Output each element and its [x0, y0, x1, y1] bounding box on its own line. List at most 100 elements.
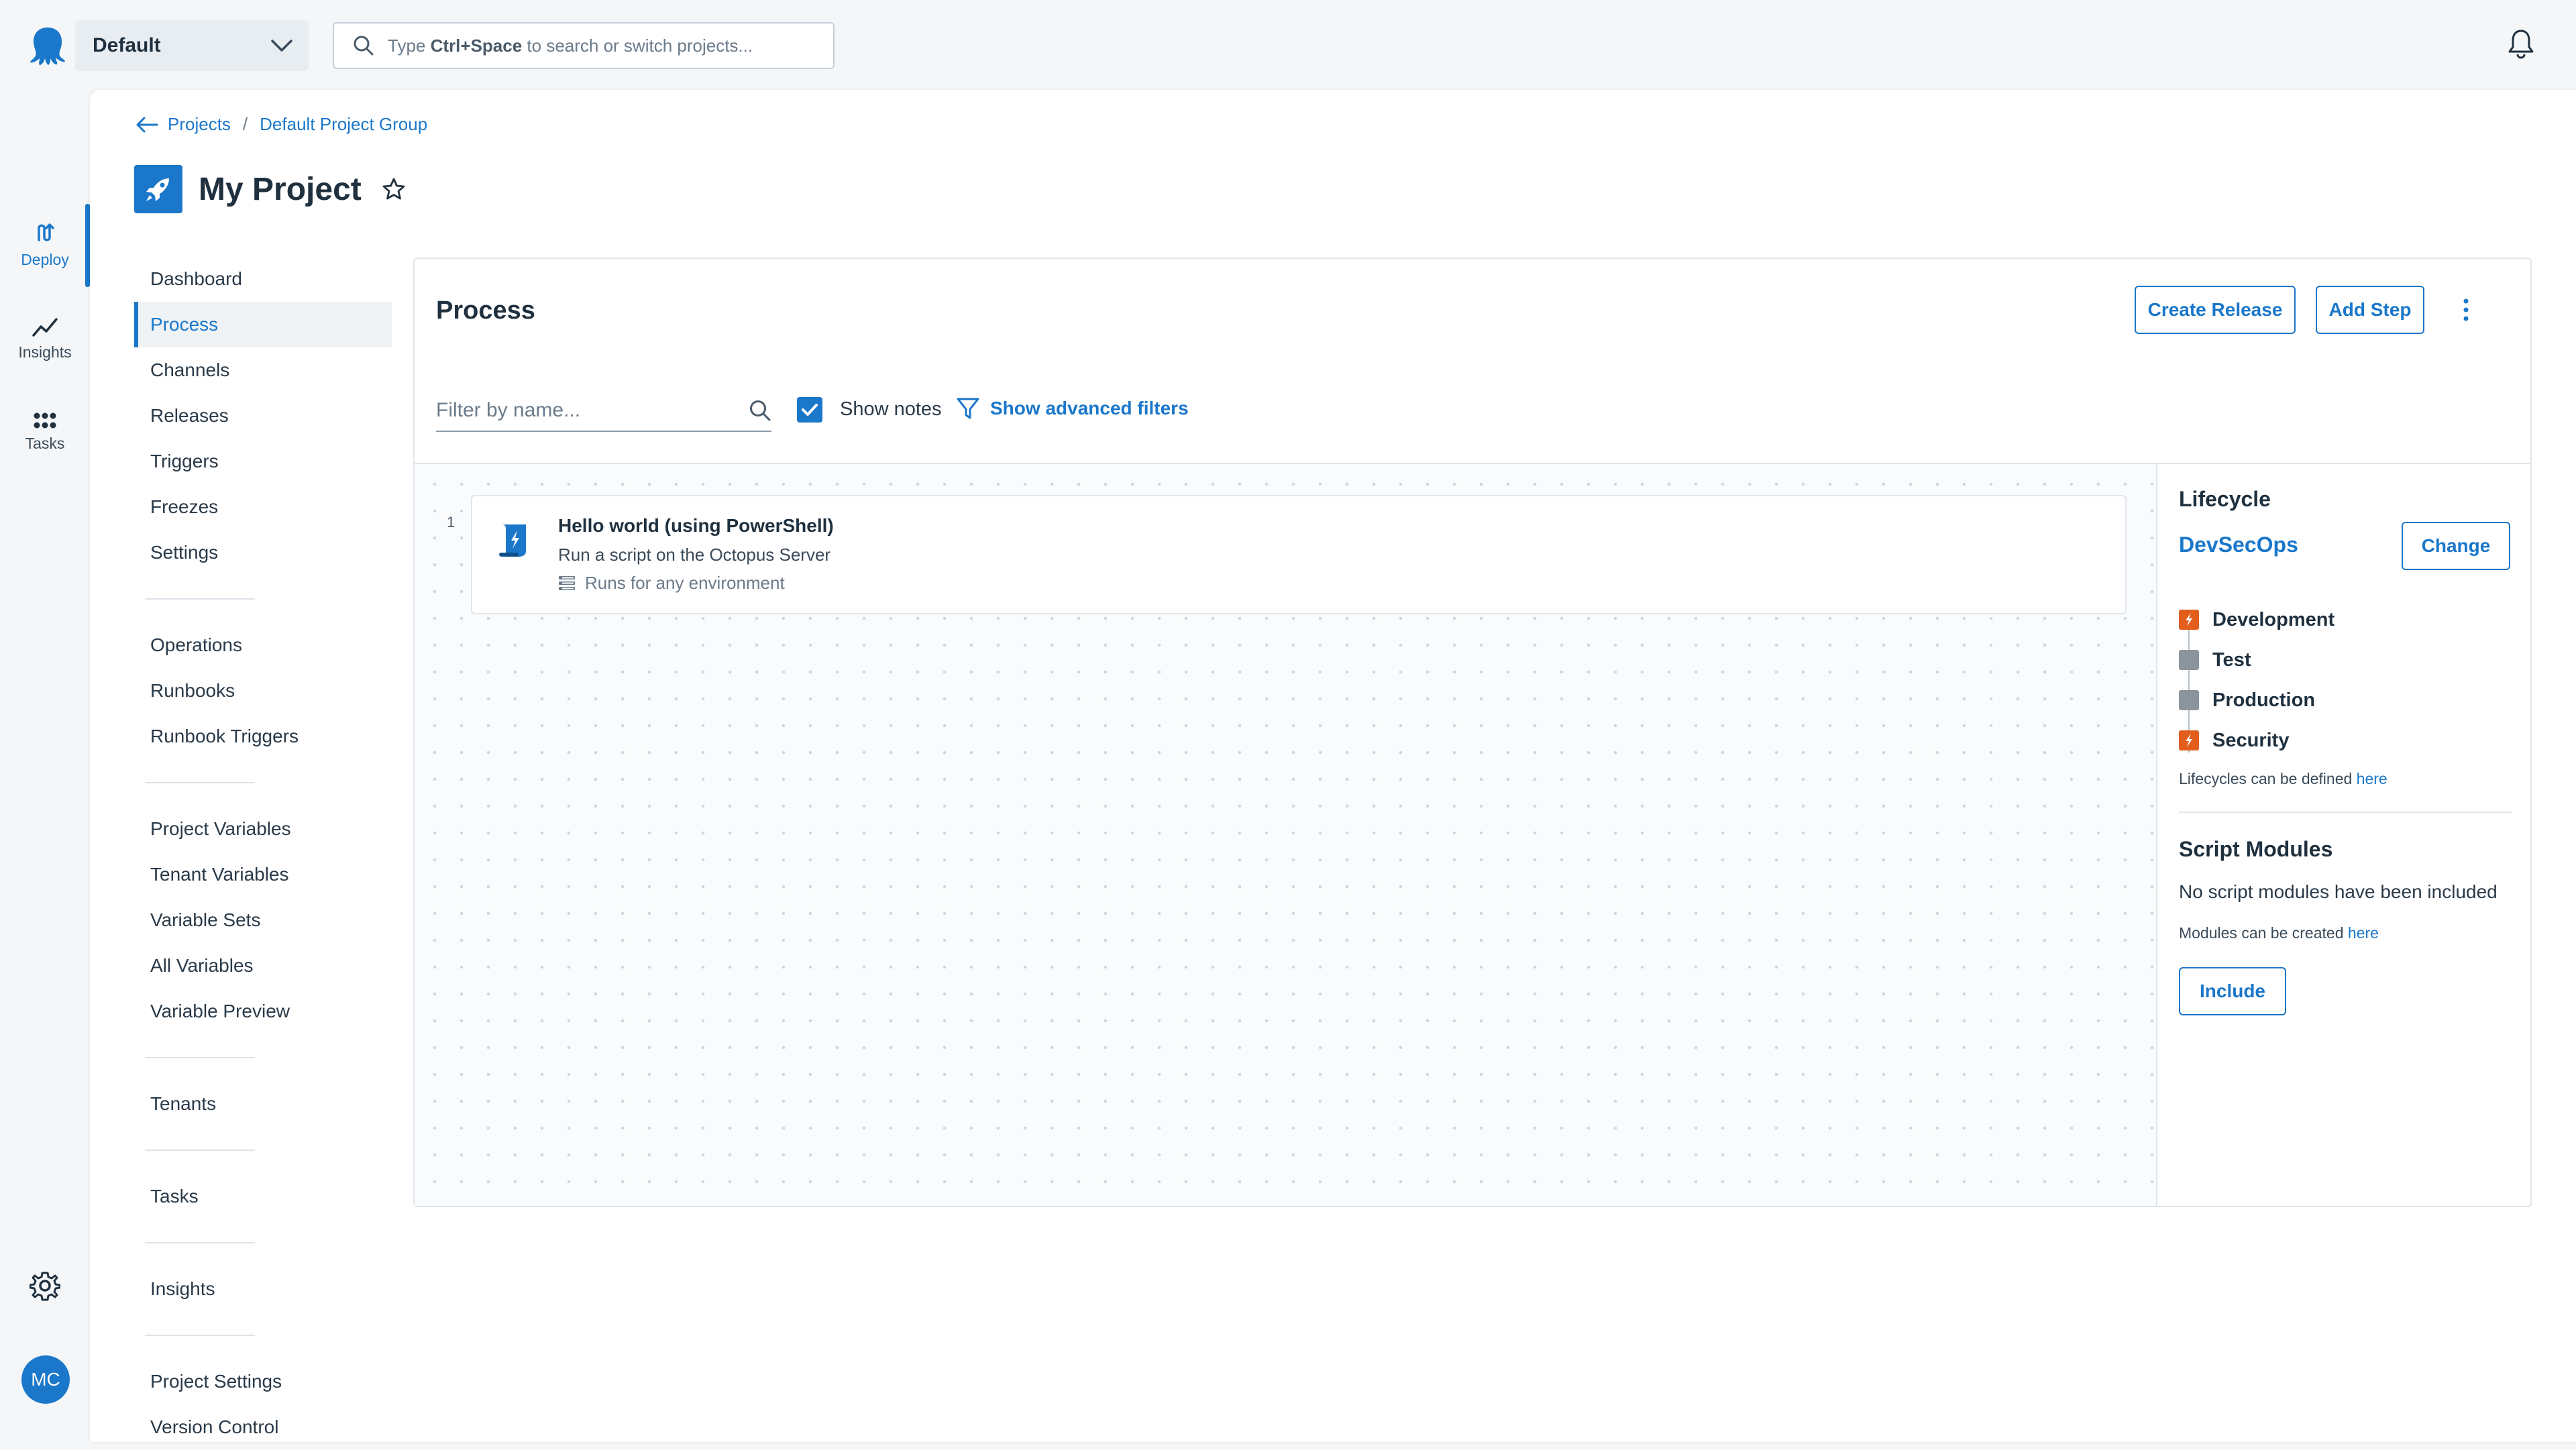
search-icon	[353, 35, 374, 56]
grid-dots-icon	[33, 412, 57, 429]
phase-name: Security	[2212, 729, 2290, 751]
rail-item-tasks[interactable]: Tasks	[0, 392, 90, 472]
modules-note: Modules can be created here	[2179, 924, 2379, 942]
page-title: My Project	[199, 171, 362, 207]
avatar[interactable]: MC	[21, 1355, 70, 1404]
nav-item-tenants[interactable]: Tenants	[134, 1081, 392, 1127]
process-title: Process	[436, 296, 535, 325]
process-card: Process Create Release Add Step Filter b…	[413, 258, 2532, 1207]
no-modules-text: No script modules have been included	[2179, 881, 2498, 902]
phase-production: Production	[2179, 680, 2334, 720]
breadcrumb-project-group-link[interactable]: Default Project Group	[260, 114, 427, 135]
show-notes-label[interactable]: Show notes	[840, 398, 942, 421]
step-environment: Runs for any environment	[558, 573, 785, 594]
deploy-icon	[32, 220, 58, 245]
phase-complete-icon	[2179, 730, 2199, 750]
star-icon[interactable]	[382, 177, 406, 201]
search-icon	[749, 399, 771, 422]
nav-item-insights[interactable]: Insights	[134, 1266, 392, 1312]
rail-item-label: Insights	[18, 343, 72, 361]
nav-item-runbook-triggers[interactable]: Runbook Triggers	[134, 714, 392, 759]
nav-item-variable-sets[interactable]: Variable Sets	[134, 897, 392, 943]
advanced-filters-label: Show advanced filters	[990, 398, 1189, 419]
lifecycle-name-link[interactable]: DevSecOps	[2179, 533, 2298, 557]
rocket-icon	[134, 165, 182, 213]
phase-name: Production	[2212, 689, 2316, 711]
more-vert-icon[interactable]	[2462, 298, 2470, 322]
left-rail: Deploy Insights Tasks	[0, 90, 90, 1442]
lifecycle-heading: Lifecycle	[2179, 487, 2271, 511]
space-name: Default	[93, 34, 161, 56]
nav-item-operations[interactable]: Operations	[134, 622, 392, 668]
rail-item-label: Deploy	[21, 250, 69, 268]
rail-active-indicator	[85, 204, 90, 287]
nav-item-tenant-variables[interactable]: Tenant Variables	[134, 852, 392, 897]
process-canvas: 1 Hello world (using PowerShell) Run a s…	[415, 464, 2156, 1206]
nav-item-process[interactable]: Process	[134, 302, 392, 347]
phase-pending-icon	[2179, 650, 2199, 670]
modules-here-link[interactable]: here	[2348, 924, 2379, 942]
step-number: 1	[447, 514, 455, 531]
chevron-down-icon	[270, 35, 294, 56]
process-step-card[interactable]: Hello world (using PowerShell) Run a scr…	[471, 495, 2127, 614]
filter-funnel-icon	[955, 396, 981, 421]
create-release-button[interactable]: Create Release	[2135, 286, 2296, 334]
notifications-bell-icon[interactable]	[2508, 28, 2534, 59]
nav-item-runbooks[interactable]: Runbooks	[134, 668, 392, 714]
phase-complete-icon	[2179, 610, 2199, 630]
breadcrumb-separator: /	[242, 114, 248, 134]
lifecycle-note: Lifecycles can be defined here	[2179, 770, 2387, 787]
nav-item-project-variables[interactable]: Project Variables	[134, 806, 392, 852]
script-modules-heading: Script Modules	[2179, 837, 2333, 861]
nav-item-project-settings[interactable]: Project Settings	[134, 1359, 392, 1404]
powershell-script-icon	[498, 522, 531, 559]
nav-divider	[145, 1150, 255, 1151]
rail-item-insights[interactable]: Insights	[0, 298, 90, 378]
nav-item-settings[interactable]: Settings	[134, 530, 392, 575]
nav-item-freezes[interactable]: Freezes	[134, 484, 392, 530]
show-notes-checkbox[interactable]	[797, 397, 822, 423]
filter-placeholder: Filter by name...	[436, 399, 581, 421]
phase-name: Test	[2212, 649, 2251, 671]
rail-item-deploy[interactable]: Deploy	[0, 204, 90, 284]
main-content: Projects / Default Project Group My Proj…	[90, 90, 2576, 1442]
arrow-left-icon[interactable]	[136, 116, 158, 133]
lifecycle-here-link[interactable]: here	[2357, 770, 2387, 787]
lifecycle-phases: Development Test Production Security	[2179, 600, 2334, 761]
show-advanced-filters-button[interactable]: Show advanced filters	[955, 396, 1189, 421]
divider	[2179, 812, 2512, 813]
phase-test: Test	[2179, 640, 2334, 680]
nav-item-channels[interactable]: Channels	[134, 347, 392, 393]
top-bar: Default Type Ctrl+Space to search or swi…	[0, 0, 2576, 90]
side-panel: Lifecycle DevSecOps Change Development T…	[2157, 464, 2530, 1206]
project-nav: Dashboard Process Channels Releases Trig…	[134, 256, 392, 1450]
nav-item-triggers[interactable]: Triggers	[134, 439, 392, 484]
phase-development: Development	[2179, 600, 2334, 640]
step-environment-label: Runs for any environment	[585, 573, 785, 593]
include-button[interactable]: Include	[2179, 967, 2286, 1015]
filter-by-name-input[interactable]: Filter by name...	[436, 390, 771, 432]
nav-divider	[145, 598, 255, 600]
nav-item-version-control[interactable]: Version Control	[134, 1404, 392, 1450]
change-lifecycle-button[interactable]: Change	[2402, 522, 2510, 570]
phase-security: Security	[2179, 720, 2334, 761]
nav-item-tasks[interactable]: Tasks	[134, 1174, 392, 1219]
nav-item-all-variables[interactable]: All Variables	[134, 943, 392, 989]
nav-item-variable-preview[interactable]: Variable Preview	[134, 989, 392, 1034]
step-title: Hello world (using PowerShell)	[558, 515, 834, 536]
nav-item-releases[interactable]: Releases	[134, 393, 392, 439]
rail-item-label: Tasks	[25, 434, 65, 452]
search-input[interactable]: Type Ctrl+Space to search or switch proj…	[333, 22, 835, 69]
add-step-button[interactable]: Add Step	[2316, 286, 2424, 334]
environments-stack-icon	[558, 575, 576, 592]
nav-divider	[145, 1057, 255, 1058]
octopus-logo-icon[interactable]	[20, 20, 75, 71]
nav-divider	[145, 1335, 255, 1336]
breadcrumb-projects-link[interactable]: Projects	[168, 114, 231, 135]
space-selector[interactable]: Default	[75, 20, 309, 71]
settings-gear-icon[interactable]	[30, 1270, 60, 1301]
nav-item-dashboard[interactable]: Dashboard	[134, 256, 392, 302]
nav-divider	[145, 1242, 255, 1243]
phase-name: Development	[2212, 608, 2335, 630]
project-header: My Project	[134, 165, 406, 213]
